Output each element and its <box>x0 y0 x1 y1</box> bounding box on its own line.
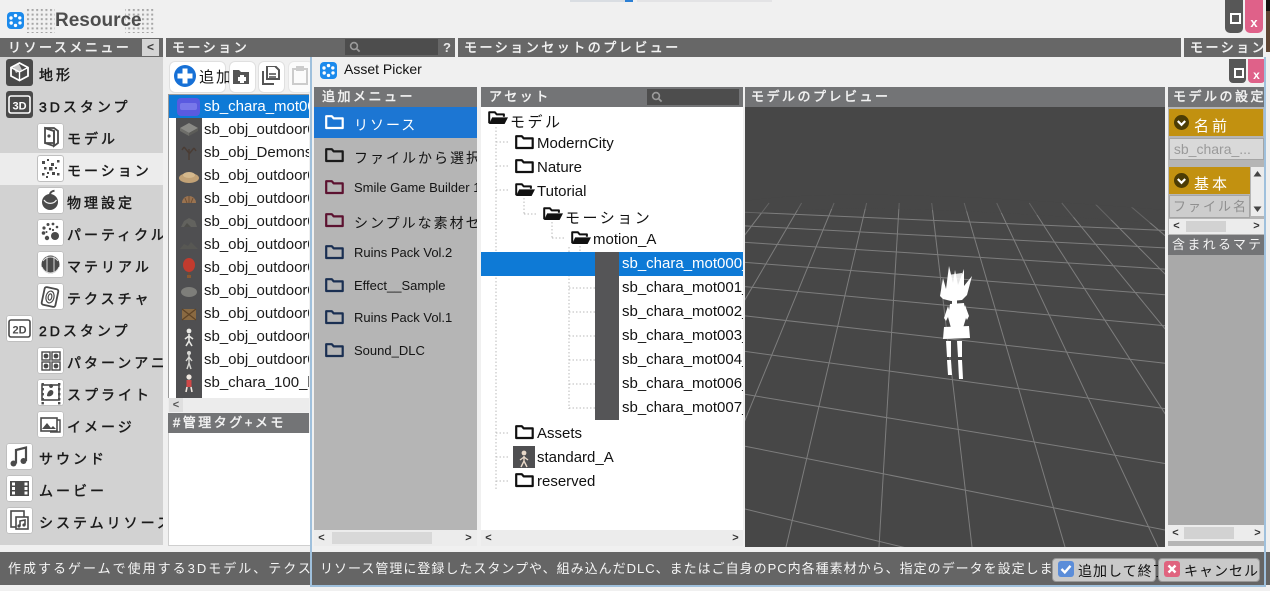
svg-text:3D: 3D <box>12 101 26 113</box>
svg-text:2D: 2D <box>12 325 26 337</box>
